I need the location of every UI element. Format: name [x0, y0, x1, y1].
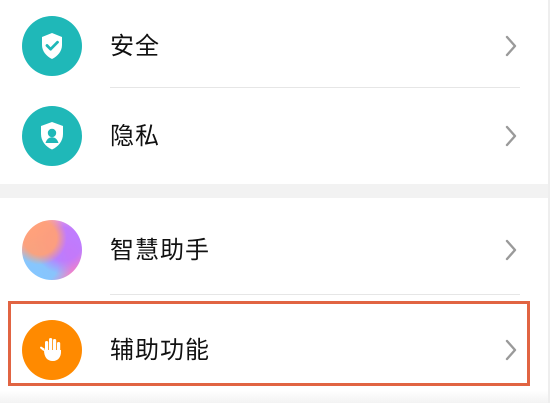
privacy-user-icon — [22, 106, 82, 166]
smart-assistant-icon — [22, 220, 82, 280]
section-separator — [0, 184, 550, 198]
settings-item-accessibility[interactable]: 辅助功能 — [0, 304, 548, 396]
hand-icon — [22, 320, 82, 380]
divider — [110, 294, 520, 295]
shield-check-icon — [22, 16, 82, 76]
settings-item-accessibility-label: 辅助功能 — [110, 336, 210, 364]
settings-page: 安全 隐私 智慧助手 辅助功能 — [0, 0, 550, 403]
settings-item-security-label: 安全 — [110, 32, 160, 60]
chevron-right-icon — [505, 339, 517, 361]
settings-group-security: 安全 隐私 — [0, 0, 548, 184]
chevron-right-icon — [505, 125, 517, 147]
settings-item-privacy[interactable]: 隐私 — [0, 90, 548, 182]
divider — [110, 87, 520, 88]
settings-item-smart-assistant-label: 智慧助手 — [110, 236, 210, 264]
settings-item-security[interactable]: 安全 — [0, 0, 548, 92]
settings-item-privacy-label: 隐私 — [110, 122, 160, 150]
chevron-right-icon — [505, 35, 517, 57]
chevron-right-icon — [505, 239, 517, 261]
settings-group-assistant: 智慧助手 辅助功能 — [0, 198, 548, 403]
settings-item-smart-assistant[interactable]: 智慧助手 — [0, 204, 548, 296]
